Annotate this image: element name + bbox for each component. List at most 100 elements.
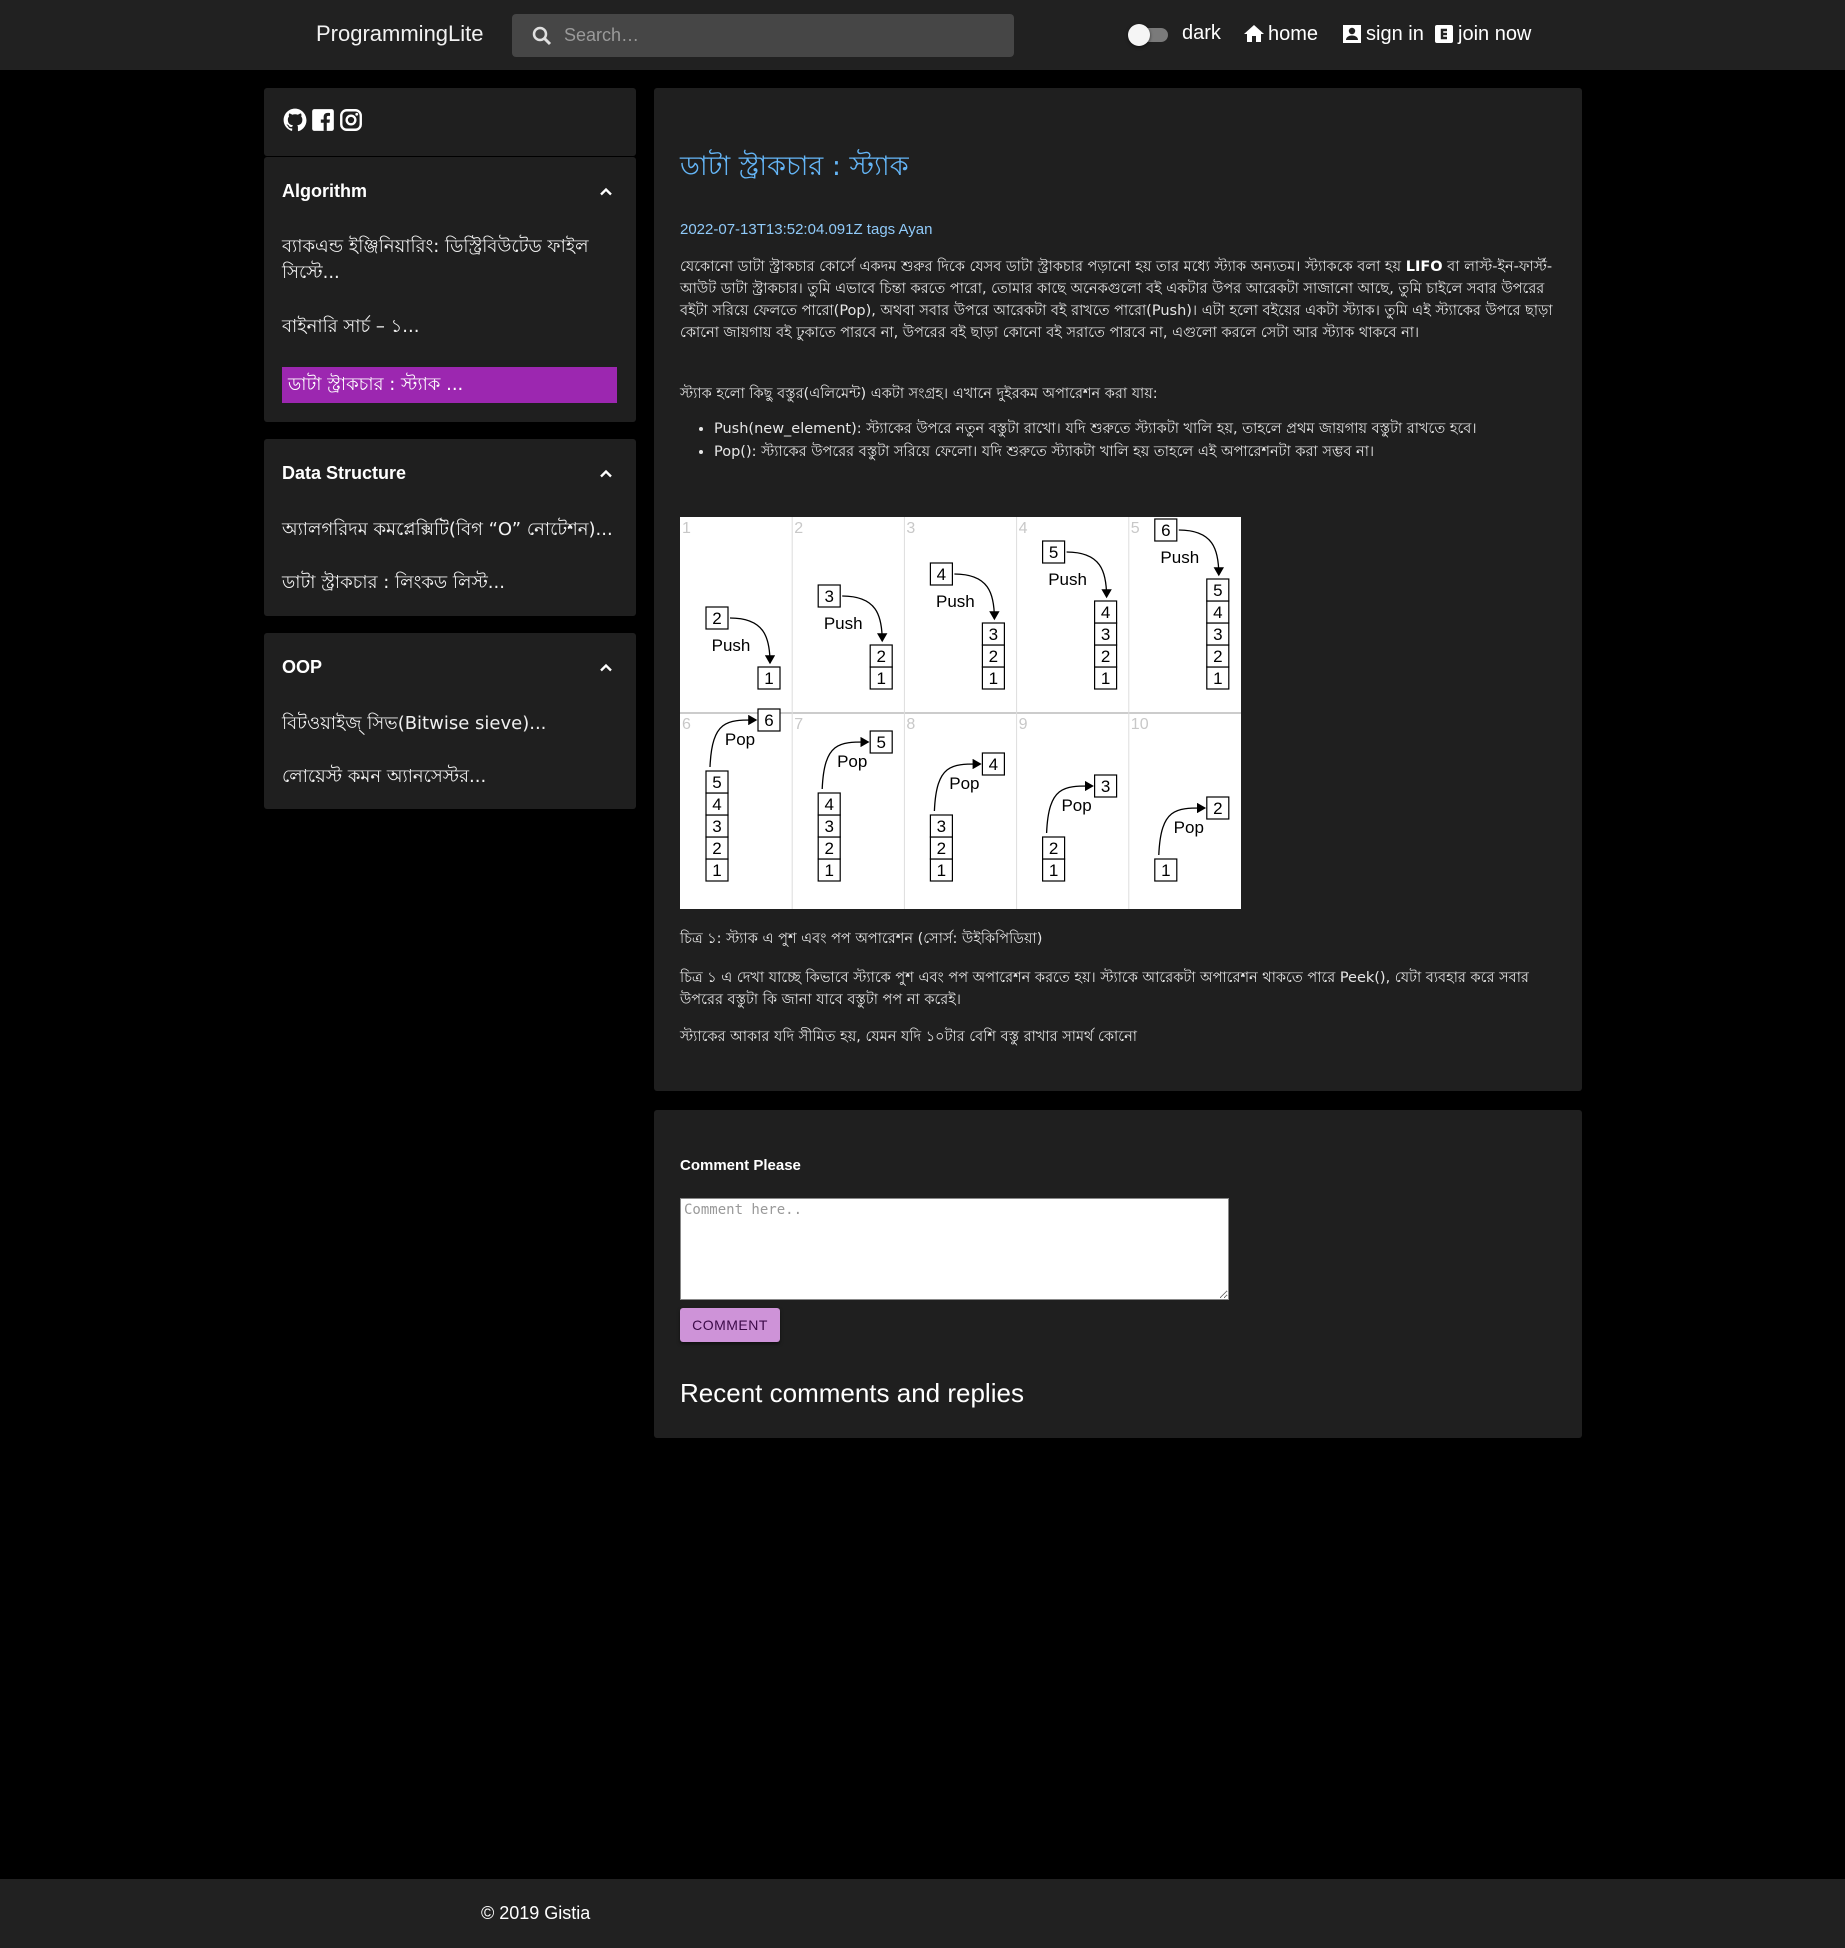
incoming-value: 5: [1049, 543, 1058, 562]
stack-value: 2: [824, 839, 833, 858]
section-title-algorithm[interactable]: Algorithm: [282, 181, 367, 202]
chevron-up-icon[interactable]: [596, 182, 616, 202]
section-title-oop[interactable]: OOP: [282, 657, 322, 678]
frame-number: 5: [1131, 520, 1140, 537]
pop-label: Pop: [949, 774, 979, 793]
stack-value: 2: [937, 839, 946, 858]
frame-number: 10: [1131, 716, 1149, 733]
dark-label-text: dark: [1182, 22, 1221, 44]
frame-number: 8: [906, 716, 915, 733]
frame-number: 2: [794, 520, 803, 537]
stack-value: 1: [937, 861, 946, 880]
stack-value: 2: [1101, 647, 1110, 666]
frame-number: 6: [682, 716, 691, 733]
search-input[interactable]: [564, 14, 1004, 57]
operations-list: Push(new_element): স্ট্যাকের উপরে নতুন ব…: [714, 418, 1554, 464]
article-title: ডাটা স্ট্রাকচার : স্ট্যাক: [680, 151, 909, 182]
sidebar-section-algorithm: Algorithm ব্যাকএন্ড ইঞ্জিনিয়ারিং: ডিস্ট…: [264, 157, 636, 422]
section-title-data-structure[interactable]: Data Structure: [282, 463, 406, 484]
dark-mode-toggle[interactable]: [1128, 24, 1170, 46]
stack-value: 3: [712, 817, 721, 836]
pop-label: Pop: [1061, 796, 1091, 815]
comment-textarea[interactable]: [680, 1198, 1229, 1300]
stack-value: 5: [712, 773, 721, 792]
stack-value: 4: [824, 795, 833, 814]
join-now-link[interactable]: join now: [1432, 22, 1531, 46]
stack-value: 1: [1101, 669, 1110, 688]
facebook-icon[interactable]: [310, 107, 336, 133]
popped-value: 6: [764, 711, 773, 730]
frame-number: 1: [682, 520, 691, 537]
figure-caption: চিত্র ১: স্ট্যাক এ পুশ এবং পপ অপারেশন (স…: [680, 931, 1043, 947]
top-navbar: ProgrammingLite dark home sign in join n…: [0, 0, 1845, 70]
comment-label: Comment Please: [680, 1157, 801, 1174]
join-now-label: join now: [1458, 22, 1532, 45]
push-label: Push: [712, 636, 751, 655]
stack-value: 1: [824, 861, 833, 880]
frame-number: 9: [1019, 716, 1028, 733]
instagram-icon[interactable]: [338, 107, 364, 133]
home-link[interactable]: home: [1242, 22, 1318, 46]
sidebar-section-data-structure: Data Structure অ্যালগরিদম কমপ্লেক্সিটি(ব…: [264, 439, 636, 616]
pop-label: Pop: [1174, 818, 1204, 837]
frame-number: 3: [906, 520, 915, 537]
stack-value: 1: [989, 669, 998, 688]
stack-value: 2: [1049, 839, 1058, 858]
peek-paragraph: চিত্র ১ এ দেখা যাচ্ছে কিভাবে স্ট্যাকে পু…: [680, 970, 1529, 1008]
incoming-value: 2: [712, 609, 721, 628]
sidebar-item-linked-list[interactable]: ডাটা স্ট্রাকচার : লিংকড লিস্ট...: [282, 570, 617, 596]
popped-value: 3: [1101, 777, 1110, 796]
list-item: Push(new_element): স্ট্যাকের উপরে নতুন ব…: [714, 418, 1554, 440]
github-icon[interactable]: [282, 107, 308, 133]
toggle-thumb: [1128, 24, 1150, 46]
popped-value: 4: [989, 755, 998, 774]
incoming-value: 4: [937, 565, 946, 584]
sidebar-item-algorithm-complexity[interactable]: অ্যালগরিদম কমপ্লেক্সিটি(বিগ “O” নোটেশন).…: [282, 517, 617, 543]
stack-value: 5: [1213, 581, 1222, 600]
sidebar-item-bitwise-sieve[interactable]: বিটওয়াইজ্ সিভ(Bitwise sieve)...: [282, 711, 617, 737]
stack-value: 2: [989, 647, 998, 666]
stack-value: 3: [937, 817, 946, 836]
popped-value: 5: [876, 733, 885, 752]
article-card: ডাটা স্ট্রাকচার : স্ট্যাক 2022-07-13T13:…: [654, 88, 1582, 1091]
pop-label: Pop: [725, 730, 755, 749]
stack-value: 1: [1161, 861, 1170, 880]
stack-value: 4: [1213, 603, 1222, 622]
comment-submit-button[interactable]: COMMENT: [680, 1308, 780, 1342]
limit-paragraph: স্ট্যাকের আকার যদি সীমিত হয়, যেমন যদি ১…: [680, 1029, 1137, 1045]
chevron-up-icon[interactable]: [596, 658, 616, 678]
incoming-value: 6: [1161, 521, 1170, 540]
sidebar-item-lca[interactable]: লোয়েস্ট কমন অ্যানসেস্টর...: [282, 764, 617, 790]
stack-value: 3: [1213, 625, 1222, 644]
dark-label: dark: [1182, 22, 1221, 45]
search-box: [512, 14, 1014, 57]
home-icon: [1244, 25, 1264, 42]
stack-push-pop-diagram: 1 1 2 Push 2 1 2 3 Push 3 1 2 3 4 Push 4 1 2 3 4 5 Push 5 1 2 3 4 5…: [680, 517, 1241, 909]
home-label: home: [1268, 22, 1319, 45]
stack-value: 4: [1101, 603, 1110, 622]
chevron-up-icon[interactable]: [596, 464, 616, 484]
brand-logo-text[interactable]: ProgrammingLite: [316, 21, 484, 47]
stack-value: 1: [764, 669, 773, 688]
stack-value: 3: [989, 625, 998, 644]
sidebar-item-backend-engineering[interactable]: ব্যাকএন্ড ইঞ্জিনিয়ারিং: ডিস্ট্রিবিউটেড …: [282, 234, 617, 286]
stack-value: 3: [824, 817, 833, 836]
comment-card: Comment Please COMMENT Recent comments a…: [654, 1110, 1582, 1438]
stack-value: 2: [876, 647, 885, 666]
stack-value: 1: [712, 861, 721, 880]
article-collection-para: স্ট্যাক হলো কিছু বস্তুর(এলিমেন্ট) একটা স…: [680, 386, 1158, 402]
popped-value: 2: [1213, 799, 1222, 818]
intro-bold: LIFO: [1405, 259, 1443, 275]
incoming-value: 3: [824, 587, 833, 606]
intro-text-1: যেকোনো ডাটা স্ট্রাকচার কোর্সে একদম শুরুর…: [680, 259, 1406, 275]
sidebar-section-oop: OOP বিটওয়াইজ্ সিভ(Bitwise sieve)... লোয…: [264, 633, 636, 809]
push-label: Push: [824, 614, 863, 633]
sidebar-item-stack-active[interactable]: ডাটা স্ট্রাকচার : স্ট্যাক ...: [282, 367, 617, 403]
sidebar-item-binary-search[interactable]: বাইনারি সার্চ – ১...: [282, 314, 617, 340]
sign-in-link[interactable]: sign in: [1340, 22, 1424, 46]
article-meta: 2022-07-13T13:52:04.091Z tags Ayan: [680, 221, 933, 238]
stack-value: 1: [1213, 669, 1222, 688]
frame-number: 7: [794, 716, 803, 733]
social-links-card: [264, 88, 636, 156]
login-icon: [1435, 25, 1453, 43]
